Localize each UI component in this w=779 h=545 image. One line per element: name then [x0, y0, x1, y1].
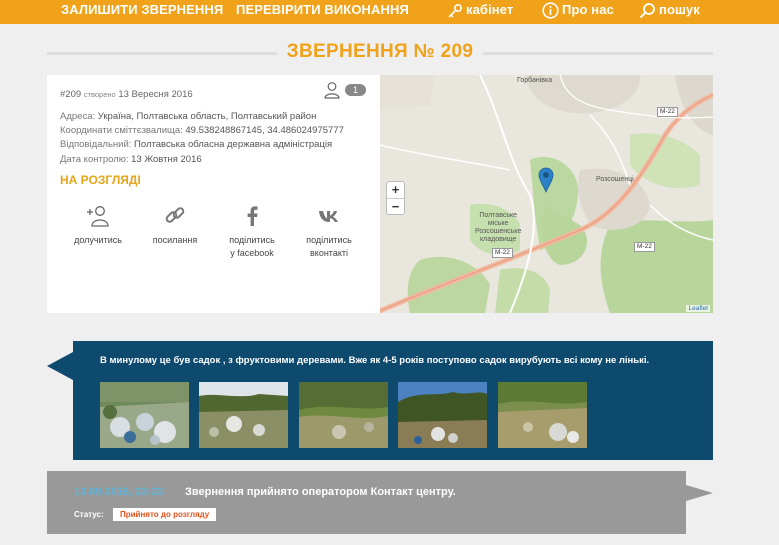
title-divider-right: [483, 52, 713, 55]
share-vk-label-1: поділитись: [306, 235, 352, 245]
cemetery-line-4: кладовище: [480, 236, 517, 243]
map-zoom-out-button[interactable]: −: [387, 198, 404, 214]
map-attribution-link[interactable]: Leaflet: [686, 305, 710, 312]
info-icon: [542, 2, 559, 19]
history-status-label: Статус:: [74, 510, 104, 519]
nav-cabinet[interactable]: кабінет: [447, 2, 513, 19]
description-text: В минулому це був садок , з фруктовими д…: [100, 355, 650, 366]
banner-tail: [47, 352, 73, 380]
coords-value: 49.538248867145, 34.486024975777: [185, 125, 344, 137]
request-details: Адреса: Україна, Полтавська область, Пол…: [60, 110, 344, 167]
join-label: долучитись: [74, 235, 122, 245]
responsible-value: Полтавська обласна державна адміністраці…: [134, 139, 333, 151]
share-facebook-label-1: поділитись: [229, 235, 275, 245]
nav-search[interactable]: пошук: [639, 2, 700, 19]
description-banner: В минулому це був садок , з фруктовими д…: [73, 341, 713, 460]
road-shield-m22-east: М-22: [634, 242, 655, 252]
nav-about[interactable]: Про нас: [542, 2, 614, 19]
history-entry: 13.09.2016, 23:23 Звернення прийнято опе…: [47, 471, 686, 534]
photo-thumbnail-3[interactable]: [299, 382, 388, 448]
nav-check-status[interactable]: ПЕРЕВІРИТИ ВИКОНАННЯ: [236, 2, 409, 17]
facebook-icon: [212, 205, 292, 227]
request-id: #209: [60, 89, 82, 100]
photo-thumbnail-1[interactable]: [100, 382, 189, 448]
photo-thumbnail-5[interactable]: [498, 382, 587, 448]
request-status: НА РОЗГЛЯДІ: [60, 173, 141, 187]
photo-thumbnail-4[interactable]: [398, 382, 487, 448]
nav-submit-request[interactable]: ЗАЛИШИТИ ЗВЕРНЕННЯ: [61, 2, 223, 17]
photo-thumbnail-2[interactable]: [199, 382, 288, 448]
request-info-card: #209 створено 13 Вересня 2016 1 Адреса: …: [47, 75, 380, 313]
vk-icon: [289, 205, 369, 227]
link-button[interactable]: посилання: [135, 205, 215, 247]
share-facebook-button[interactable]: поділитись у facebook: [212, 205, 292, 260]
location-map[interactable]: Горбанівка Розсошенці Полтавське міське …: [380, 75, 713, 313]
share-vk-label-2: вконтакті: [310, 248, 348, 258]
cemetery-line-2: міське: [487, 220, 509, 227]
map-marker-icon[interactable]: [538, 167, 554, 198]
followers-user-icon: [323, 81, 341, 104]
created-date: 13 Вересня 2016: [118, 89, 193, 100]
add-user-icon: [58, 205, 138, 227]
join-button[interactable]: долучитись: [58, 205, 138, 247]
history-message: Звернення прийнято оператором Контакт це…: [185, 486, 456, 498]
link-icon: [135, 205, 215, 227]
map-zoom-in-button[interactable]: +: [387, 182, 404, 198]
map-label-horbanivka: Горбанівка: [517, 77, 553, 84]
request-header: #209 створено 13 Вересня 2016: [60, 89, 193, 100]
control-date-label: Дата контролю:: [60, 153, 129, 165]
map-zoom-controls: + −: [386, 181, 405, 215]
map-label-rozsoshentsi: Розсошенці: [596, 176, 634, 183]
road-shield-m22-north: М-22: [657, 107, 678, 117]
history-status-badge: Прийнято до розгляду: [113, 508, 217, 521]
nav-search-label: пошук: [659, 2, 700, 17]
control-date-value: 13 Жовтня 2016: [131, 153, 202, 165]
page-title: ЗВЕРНЕННЯ № 209: [286, 41, 474, 62]
map-label-cemetery: Полтавське міське Розсошенське кладовище: [475, 212, 521, 244]
nav-cabinet-label: кабінет: [466, 2, 514, 17]
cemetery-line-3: Розсошенське: [475, 228, 522, 235]
key-icon: [447, 3, 463, 19]
responsible-label: Відповідальний:: [60, 139, 132, 151]
top-navigation: ЗАЛИШИТИ ЗВЕРНЕННЯ ПЕРЕВІРИТИ ВИКОНАННЯ …: [0, 0, 779, 24]
cemetery-line-1: Полтавське: [479, 212, 518, 219]
history-datetime: 13.09.2016, 23:23: [74, 486, 164, 498]
road-shield-m22-center: М-22: [492, 248, 513, 258]
nav-about-label: Про нас: [562, 2, 614, 17]
history-tail: [686, 485, 713, 501]
address-label: Адреса:: [60, 111, 96, 122]
title-divider-left: [47, 52, 277, 55]
coords-label: Координати сміттєзвалища:: [60, 125, 183, 137]
share-vk-button[interactable]: поділитись вконтакті: [289, 205, 369, 260]
followers-count-badge: 1: [345, 84, 366, 96]
search-icon: [639, 2, 656, 19]
created-label: створено: [83, 90, 116, 99]
share-facebook-label-2: у facebook: [230, 248, 274, 258]
link-label: посилання: [152, 235, 198, 245]
address-value: Україна, Полтавська область, Полтавський…: [97, 111, 317, 122]
